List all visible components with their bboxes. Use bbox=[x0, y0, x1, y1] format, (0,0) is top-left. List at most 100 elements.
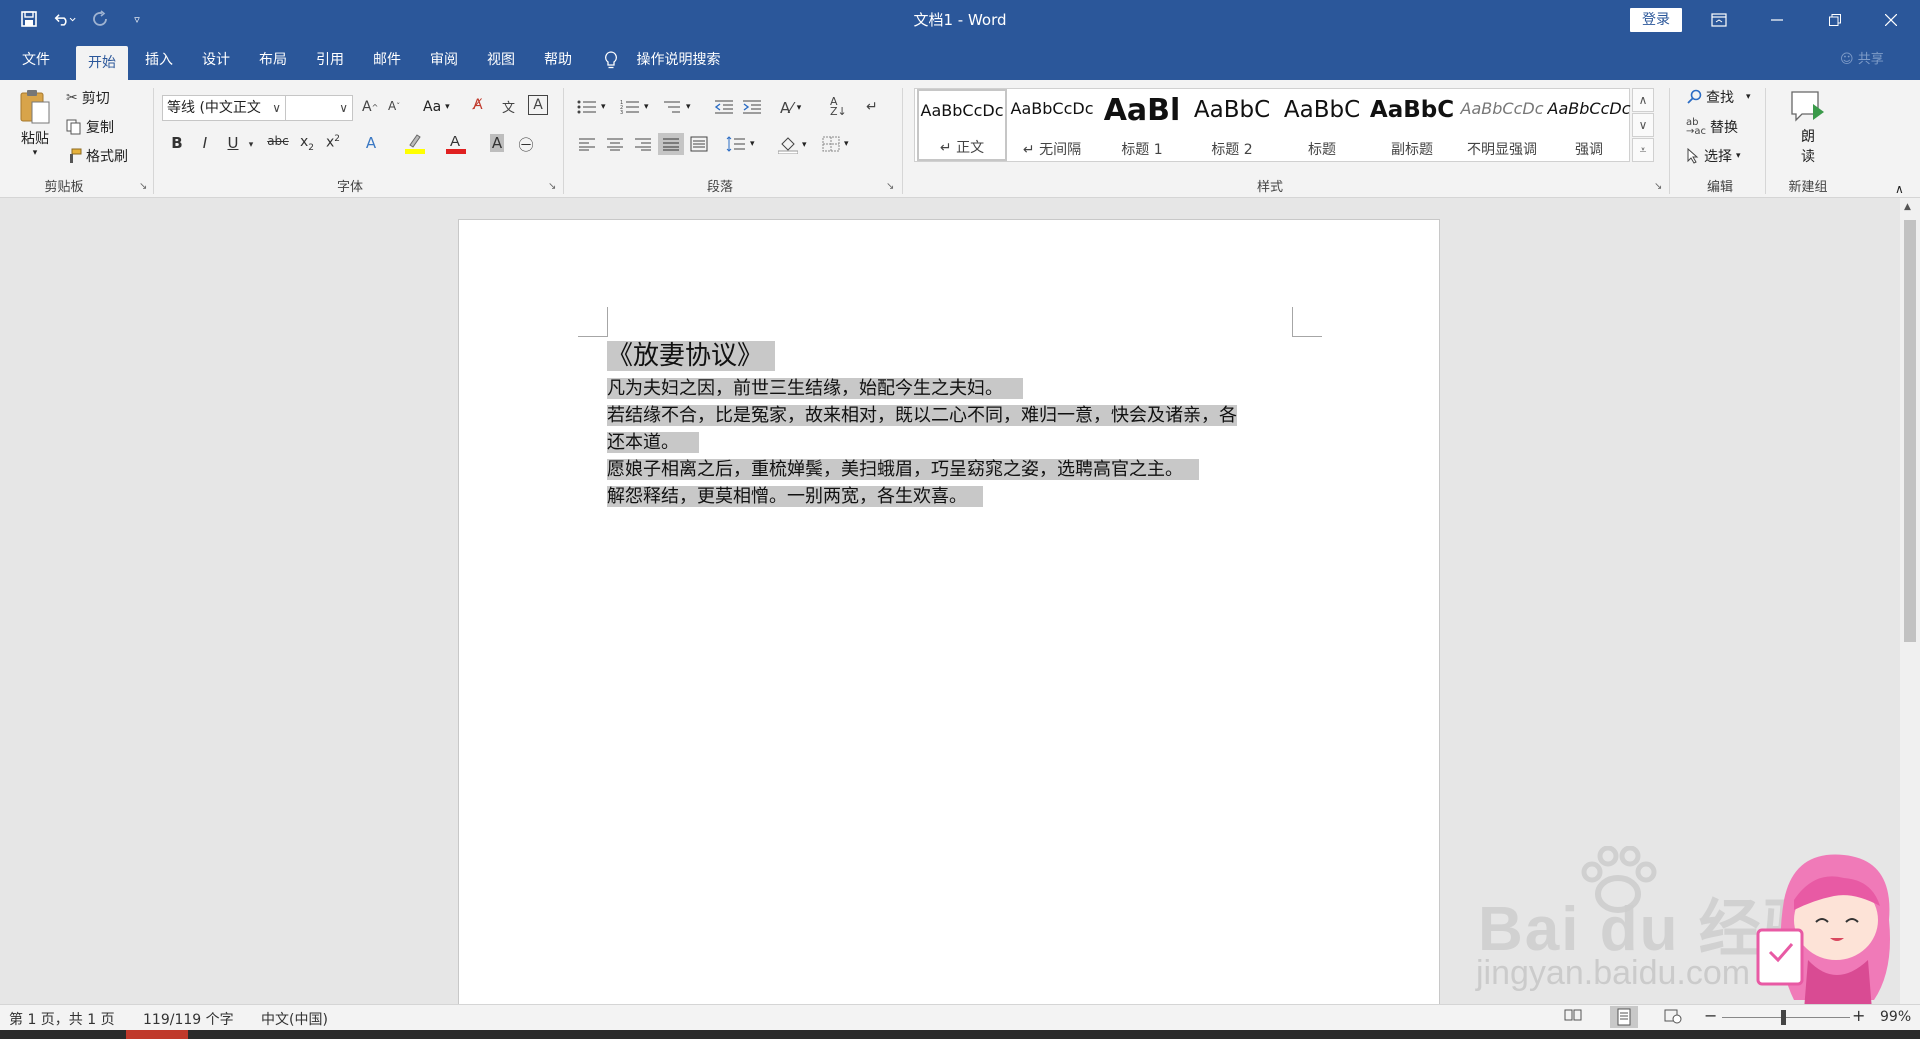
copy-button[interactable]: 复制 bbox=[66, 117, 114, 137]
status-bar: 第 1 页，共 1 页 119/119 个字 中文(中国) − + 99% bbox=[0, 1004, 1920, 1030]
zoom-in-icon[interactable]: + bbox=[1852, 1006, 1865, 1025]
subscript-button[interactable]: x2 bbox=[296, 134, 318, 153]
ribbon-display-options-icon[interactable] bbox=[1690, 0, 1748, 40]
collapse-ribbon-icon[interactable]: ∧ bbox=[1895, 182, 1904, 196]
tab-home[interactable]: 开始 bbox=[76, 46, 128, 80]
replace-button[interactable]: ab →ac 替换 bbox=[1686, 117, 1738, 137]
style-normal[interactable]: AaBbCcDc ↵ 正文 bbox=[917, 89, 1007, 161]
page-count[interactable]: 第 1 页，共 1 页 bbox=[9, 1009, 115, 1029]
style-subtitle[interactable]: AaBbC 副标题 bbox=[1367, 89, 1457, 161]
svg-text:3: 3 bbox=[620, 110, 623, 115]
find-label: 查找 bbox=[1706, 90, 1734, 106]
increase-indent-button[interactable] bbox=[742, 99, 762, 115]
tab-layout[interactable]: 布局 bbox=[247, 40, 299, 80]
select-button[interactable]: 选择 ▾ bbox=[1686, 146, 1741, 166]
zoom-slider-track[interactable] bbox=[1722, 1017, 1850, 1018]
gallery-scroll-up-icon[interactable]: ∧ bbox=[1632, 88, 1654, 112]
text-effects-button[interactable]: A bbox=[360, 134, 382, 152]
scroll-up-icon[interactable]: ▲ bbox=[1904, 202, 1911, 212]
multilevel-list-button[interactable]: ▾ bbox=[662, 99, 691, 115]
strikethrough-button[interactable]: abc bbox=[264, 134, 292, 148]
scrollbar-thumb[interactable] bbox=[1904, 220, 1916, 642]
tab-view[interactable]: 视图 bbox=[475, 40, 527, 80]
gallery-scroll-down-icon[interactable]: ∨ bbox=[1632, 113, 1654, 137]
chevron-down-icon[interactable]: ▾ bbox=[240, 140, 262, 150]
align-right-button[interactable] bbox=[634, 137, 652, 151]
login-button[interactable]: 登录 bbox=[1630, 8, 1682, 32]
style-no-spacing[interactable]: AaBbCcDc ↵ 无间隔 bbox=[1007, 89, 1097, 161]
close-icon[interactable] bbox=[1862, 0, 1920, 40]
numbering-button[interactable]: 123 ▾ bbox=[620, 99, 649, 115]
font-size-combo[interactable]: ∨ bbox=[285, 95, 353, 121]
language-indicator[interactable]: 中文(中国) bbox=[261, 1009, 328, 1029]
font-color-button[interactable]: A bbox=[445, 132, 467, 158]
clipboard-launcher-icon[interactable]: ↘ bbox=[139, 181, 147, 192]
shrink-font-button[interactable]: Aˇ bbox=[388, 99, 400, 113]
zoom-level[interactable]: 99% bbox=[1880, 1009, 1911, 1025]
enclose-characters-button[interactable]: ㊀ bbox=[515, 134, 537, 155]
paste-button[interactable]: 粘贴 ▾ bbox=[18, 88, 52, 158]
sort-button[interactable]: A Z↓ bbox=[830, 96, 847, 117]
find-button[interactable]: 查找 ▾ bbox=[1686, 87, 1751, 107]
tab-references[interactable]: 引用 bbox=[304, 40, 356, 80]
tab-help[interactable]: 帮助 bbox=[532, 40, 584, 80]
restore-icon[interactable] bbox=[1806, 0, 1864, 40]
tab-insert[interactable]: 插入 bbox=[133, 40, 185, 80]
shading-button[interactable]: ▾ bbox=[778, 136, 807, 154]
borders-button[interactable]: ▾ bbox=[822, 136, 849, 152]
italic-button[interactable]: I bbox=[194, 134, 216, 152]
styles-launcher-icon[interactable]: ↘ bbox=[1654, 181, 1662, 192]
show-formatting-button[interactable]: ↵ bbox=[866, 99, 878, 115]
tab-file[interactable]: 文件 bbox=[10, 40, 62, 80]
bullets-button[interactable]: ▾ bbox=[577, 99, 606, 115]
document-body[interactable]: 《放妻协议》 凡为夫妇之因，前世三生结缘，始配今生之夫妇。 若结缘不合，比是冤家… bbox=[607, 337, 1297, 510]
distributed-button[interactable] bbox=[690, 136, 708, 152]
zoom-slider-thumb[interactable] bbox=[1781, 1010, 1786, 1025]
clear-formatting-button[interactable]: A̸ bbox=[473, 97, 483, 113]
decrease-indent-button[interactable] bbox=[714, 99, 734, 115]
align-center-button[interactable] bbox=[606, 137, 624, 151]
format-painter-button[interactable]: 格式刷 bbox=[66, 146, 128, 166]
word-count[interactable]: 119/119 个字 bbox=[143, 1009, 234, 1029]
line-spacing-button[interactable]: ▾ bbox=[726, 136, 755, 152]
minimize-icon[interactable] bbox=[1748, 0, 1806, 40]
chinese-layout-button[interactable]: A⁄ ▾ bbox=[780, 99, 801, 117]
zoom-out-icon[interactable]: − bbox=[1704, 1006, 1717, 1025]
grow-font-button[interactable]: A ^ bbox=[362, 99, 378, 115]
paragraph-launcher-icon[interactable]: ↘ bbox=[886, 181, 894, 192]
tab-mailings[interactable]: 邮件 bbox=[361, 40, 413, 80]
style-heading-1[interactable]: AaBl 标题 1 bbox=[1097, 89, 1187, 161]
share-button[interactable]: ☺ 共享 bbox=[1840, 40, 1884, 80]
cut-button[interactable]: ✂ 剪切 bbox=[66, 88, 110, 108]
gallery-more-icon[interactable]: ⩡ bbox=[1632, 138, 1654, 162]
phonetic-guide-button[interactable]: 文 bbox=[502, 97, 515, 116]
print-layout-icon[interactable] bbox=[1610, 1006, 1638, 1028]
font-launcher-icon[interactable]: ↘ bbox=[548, 181, 556, 192]
grow-font-icon: A ^ bbox=[362, 99, 379, 115]
tell-me-search[interactable]: 操作说明搜索 bbox=[604, 40, 720, 80]
align-left-button[interactable] bbox=[578, 137, 596, 151]
justify-button[interactable] bbox=[658, 133, 684, 155]
read-mode-icon[interactable] bbox=[1564, 1008, 1582, 1026]
character-shading-button[interactable]: A bbox=[486, 134, 508, 152]
style-title[interactable]: AaBbC 标题 bbox=[1277, 89, 1367, 161]
character-border-button[interactable]: A bbox=[528, 95, 548, 115]
superscript-button[interactable]: x2 bbox=[322, 134, 344, 151]
vertical-scrollbar[interactable]: ▲ bbox=[1900, 198, 1920, 1004]
highlight-button[interactable] bbox=[404, 132, 426, 158]
lightbulb-icon bbox=[604, 40, 624, 80]
web-layout-icon[interactable] bbox=[1664, 1008, 1682, 1028]
read-aloud-button[interactable]: 朗 读 bbox=[1788, 90, 1828, 166]
tab-review[interactable]: 审阅 bbox=[418, 40, 470, 80]
font-name-combo[interactable]: 等线 (中文正文 ∨ bbox=[162, 95, 286, 121]
change-case-button[interactable]: Aa ▾ bbox=[423, 99, 450, 115]
style-heading-2[interactable]: AaBbC 标题 2 bbox=[1187, 89, 1277, 161]
tab-design[interactable]: 设计 bbox=[190, 40, 242, 80]
style-emphasis[interactable]: AaBbCcDc 强调 bbox=[1547, 89, 1631, 161]
shrink-font-icon: Aˇ bbox=[388, 99, 401, 113]
chinese-layout-icon: A⁄ bbox=[780, 99, 793, 117]
style-subtle-emphasis[interactable]: AaBbCcDc 不明显强调 bbox=[1457, 89, 1547, 161]
bold-button[interactable]: B bbox=[166, 134, 188, 152]
style-sample: AaBbC bbox=[1193, 97, 1271, 123]
chevron-down-icon: ▾ bbox=[686, 102, 691, 112]
